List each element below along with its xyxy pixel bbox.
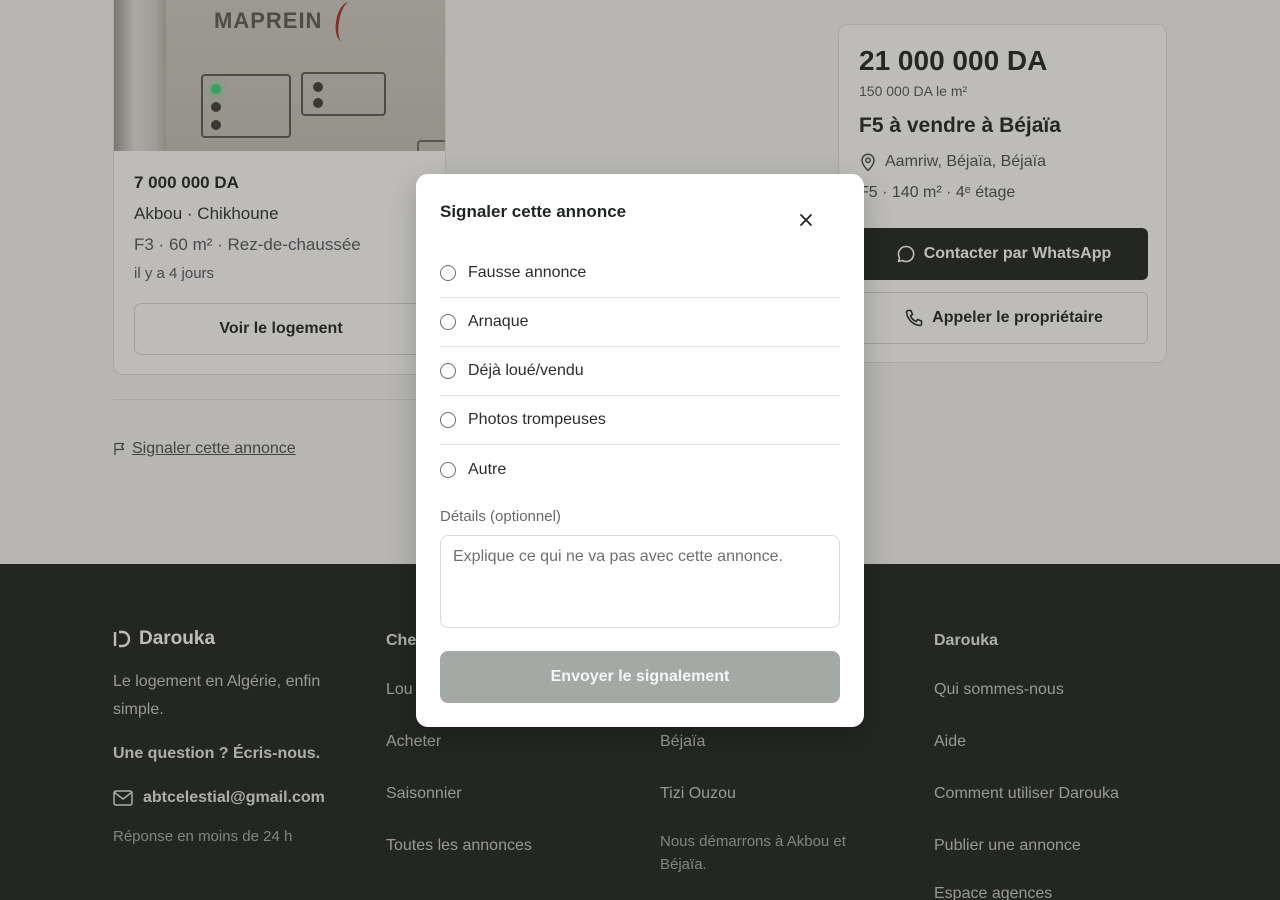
reason-label: Fausse annonce [468,264,587,281]
reason-option[interactable]: Fausse annonce [440,249,840,298]
close-icon [799,213,813,227]
radio-button[interactable] [440,363,456,379]
reason-label: Photos trompeuses [468,411,606,428]
report-reasons: Fausse annonce Arnaque Déjà loué/vendu P… [440,249,840,494]
submit-report-button[interactable]: Envoyer le signalement [440,651,840,703]
radio-button[interactable] [440,412,456,428]
modal-title: Signaler cette annonce [440,202,627,221]
reason-option[interactable]: Photos trompeuses [440,396,840,445]
radio-button[interactable] [440,461,456,478]
close-button[interactable] [796,210,816,230]
details-label: Détails (optionnel) [440,508,561,525]
reason-label: Arnaque [468,313,529,330]
reason-option[interactable]: Déjà loué/vendu [440,347,840,396]
reason-option[interactable]: Arnaque [440,298,840,347]
radio-button[interactable] [440,265,456,281]
radio-button[interactable] [440,314,456,330]
report-modal: Signaler cette annonce Fausse annonce Ar… [416,174,864,727]
reason-label: Autre [468,460,507,478]
reason-option[interactable]: Autre [440,445,840,494]
reason-label: Déjà loué/vendu [468,362,584,379]
details-textarea[interactable] [440,535,840,628]
